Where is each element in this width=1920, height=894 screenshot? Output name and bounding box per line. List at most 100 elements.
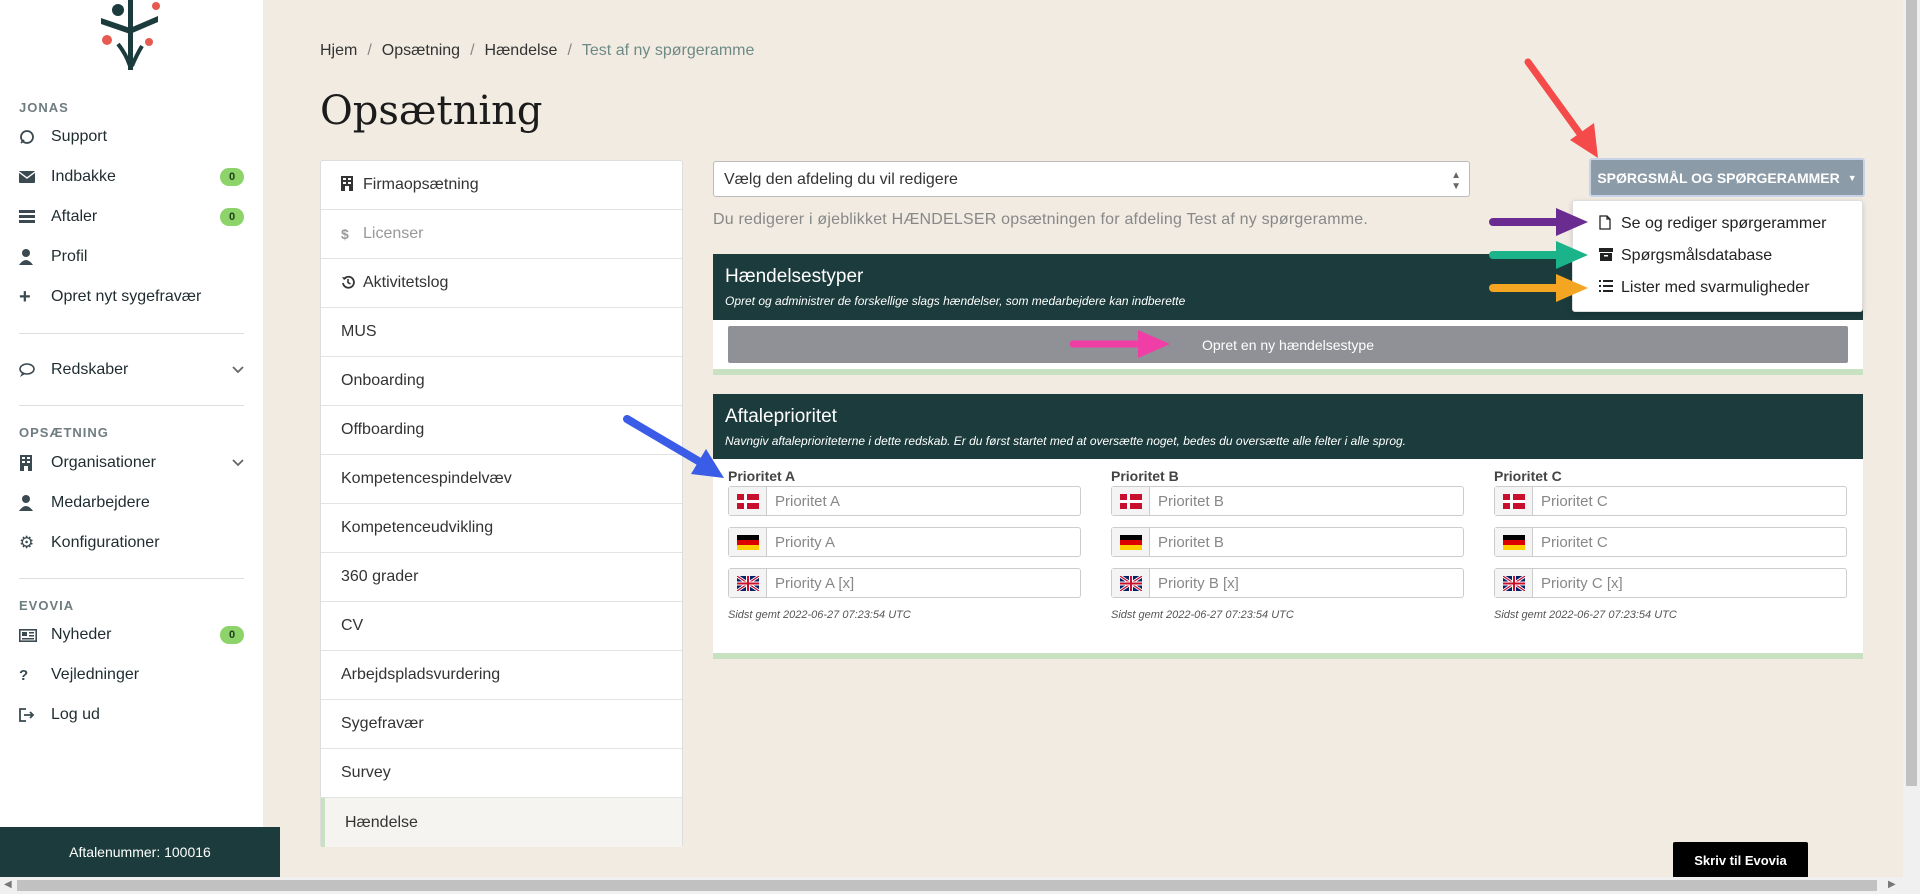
sidebar-item-organisations[interactable]: Organisationer: [19, 448, 244, 478]
sidebar-item-profile[interactable]: Profil: [19, 242, 244, 272]
priority-a-danish-value: Prioritet A: [775, 492, 841, 510]
section-label-user: JONAS: [19, 100, 69, 115]
priority-a-danish-field[interactable]: Prioritet A: [728, 486, 1081, 516]
priority-title: Aftaleprioritet: [725, 406, 837, 427]
scroll-left-icon[interactable]: ◀: [4, 879, 12, 890]
subnav-item-company-setup[interactable]: Firmaopsætning: [321, 161, 682, 210]
menu-item-answer-lists[interactable]: Lister med svarmuligheder: [1573, 272, 1862, 304]
priority-c-german-value: Prioritet C: [1541, 533, 1608, 551]
subnav-item-mus[interactable]: MUS: [321, 308, 682, 357]
priority-c-saved-timestamp: Sidst gemt 2022-06-27 07:23:54 UTC: [1494, 609, 1677, 621]
chevron-down-icon: [232, 363, 244, 377]
subnav-item-survey[interactable]: Survey: [321, 749, 682, 798]
news-count-badge: 0: [220, 626, 244, 644]
german-flag-icon: [729, 528, 767, 556]
german-flag-icon: [1112, 528, 1150, 556]
german-flag-icon: [1495, 528, 1533, 556]
sidebar-item-label: Nyheder: [51, 626, 112, 643]
priority-c-german-field[interactable]: Prioritet C: [1494, 527, 1847, 557]
scroll-right-icon[interactable]: ▶: [1888, 879, 1896, 890]
sidebar-item-news[interactable]: Nyheder 0: [19, 620, 244, 650]
priority-description: Navngiv aftaleprioriteterne i dette reds…: [725, 434, 1407, 448]
sidebar-item-label: Redskaber: [51, 361, 129, 378]
file-icon: [1599, 215, 1621, 233]
chevron-down-icon: [232, 456, 244, 470]
priority-b-english-field[interactable]: Priority B [x]: [1111, 568, 1464, 598]
priority-column-c: Prioritet C Prioritet C Prioritet C Prio…: [1494, 468, 1847, 621]
support-icon: [19, 129, 51, 145]
breadcrumb-event[interactable]: Hændelse: [485, 42, 558, 59]
subnav-item-activity-log[interactable]: Aktivitetslog: [321, 259, 682, 308]
breadcrumb-home[interactable]: Hjem: [320, 42, 357, 59]
sidebar-item-label: Medarbejdere: [51, 494, 150, 511]
subnav-item-event[interactable]: Hændelse: [321, 798, 682, 847]
sidebar-item-logout[interactable]: Log ud: [19, 700, 244, 730]
priority-a-german-value: Priority A: [775, 533, 836, 551]
editing-info-text: Du redigerer i øjeblikket HÆNDELSER opsæ…: [713, 211, 1369, 228]
sidebar-divider: [19, 578, 244, 579]
person-icon: [19, 495, 51, 511]
red-arrow-icon: [1524, 58, 1598, 158]
subnav-item-onboarding[interactable]: Onboarding: [321, 357, 682, 406]
chat-bubble-icon: [19, 363, 51, 377]
priority-a-english-field[interactable]: Priority A [x]: [728, 568, 1081, 598]
priority-b-german-value: Prioritet B: [1158, 533, 1224, 551]
horizontal-scrollbar[interactable]: ◀ ▶: [0, 877, 1920, 894]
menu-item-question-database[interactable]: Spørgsmålsdatabase: [1573, 240, 1862, 272]
sidebar-divider: [19, 405, 244, 406]
account-number: Aftalenummer: 100016: [0, 827, 280, 877]
logo-icon: [101, 0, 160, 70]
horizontal-scrollbar-thumb[interactable]: [17, 880, 1877, 891]
vertical-scrollbar[interactable]: [1903, 0, 1920, 877]
priority-c-english-field[interactable]: Priority C [x]: [1494, 568, 1847, 598]
priority-b-danish-value: Prioritet B: [1158, 492, 1224, 510]
questions-dropdown-button[interactable]: SPØRGSMÅL OG SPØRGERAMMER ▼: [1589, 158, 1865, 197]
subnav-item-licenses[interactable]: $ Licenser: [321, 210, 682, 259]
menu-item-edit-questionnaires[interactable]: Se og rediger spørgerammer: [1573, 208, 1862, 240]
priority-column-b: Prioritet B Prioritet B Prioritet B Prio…: [1111, 468, 1464, 621]
sidebar-divider: [19, 333, 244, 334]
sidebar-item-guides[interactable]: ? Vejledninger: [19, 660, 244, 690]
priority-c-danish-field[interactable]: Prioritet C: [1494, 486, 1847, 516]
sidebar-item-agreements[interactable]: Aftaler 0: [19, 202, 244, 232]
breadcrumb-current: Test af ny spørgeramme: [581, 42, 755, 59]
sidebar-item-tools[interactable]: Redskaber: [19, 355, 244, 385]
subnav-item-competence-dev[interactable]: Kompetenceudvikling: [321, 504, 682, 553]
create-event-type-button[interactable]: Opret en ny hændelsestype: [728, 326, 1848, 363]
sidebar-item-inbox[interactable]: Indbakke 0: [19, 162, 244, 192]
danish-flag-icon: [1112, 487, 1150, 515]
sidebar-item-label: Profil: [51, 248, 88, 265]
priority-b-german-field[interactable]: Prioritet B: [1111, 527, 1464, 557]
sidebar-item-support[interactable]: Support: [19, 122, 244, 152]
department-select[interactable]: Vælg den afdeling du vil redigere ▲ ▼: [713, 161, 1470, 197]
sidebar-item-label: Organisationer: [51, 454, 156, 471]
breadcrumb: Hjem / Opsætning / Hændelse / Test af ny spørg…: [320, 42, 755, 59]
subnav-item-workplace-assessment[interactable]: Arbejdspladsvurdering: [321, 651, 682, 700]
question-icon: ?: [19, 666, 29, 684]
logout-icon: [19, 708, 51, 722]
sidebar-scroll-gutter: [263, 0, 281, 877]
subnav-item-offboarding[interactable]: Offboarding: [321, 406, 682, 455]
sidebar-item-new-sick-leave[interactable]: + Opret nyt sygefravær: [19, 282, 244, 312]
sidebar-item-configurations[interactable]: ⚙ Konfigurationer: [19, 528, 244, 558]
priority-b-danish-field[interactable]: Prioritet B: [1111, 486, 1464, 516]
sidebar-item-label: Vejledninger: [51, 666, 140, 683]
priority-a-saved-timestamp: Sidst gemt 2022-06-27 07:23:54 UTC: [728, 609, 911, 621]
department-select-value: Vælg den afdeling du vil redigere: [724, 171, 958, 188]
menu-item-label: Lister med svarmuligheder: [1621, 279, 1810, 296]
inbox-icon: [19, 171, 51, 183]
priority-a-german-field[interactable]: Priority A: [728, 527, 1081, 557]
vertical-scrollbar-thumb[interactable]: [1906, 0, 1917, 786]
breadcrumb-setup[interactable]: Opsætning: [382, 42, 460, 59]
subnav-item-competence-web[interactable]: Kompetencespindelvæv: [321, 455, 682, 504]
profile-icon: [19, 249, 51, 265]
menu-item-label: Se og rediger spørgerammer: [1621, 215, 1827, 232]
uk-flag-icon: [729, 569, 767, 597]
sidebar-item-employees[interactable]: Medarbejdere: [19, 488, 244, 518]
subnav-item-360[interactable]: 360 grader: [321, 553, 682, 602]
subnav-item-cv[interactable]: CV: [321, 602, 682, 651]
uk-flag-icon: [1495, 569, 1533, 597]
sidebar-item-label: Opret nyt sygefravær: [51, 288, 202, 305]
chat-evovia-button[interactable]: Skriv til Evovia: [1673, 842, 1808, 878]
subnav-item-sick-leave[interactable]: Sygefravær: [321, 700, 682, 749]
